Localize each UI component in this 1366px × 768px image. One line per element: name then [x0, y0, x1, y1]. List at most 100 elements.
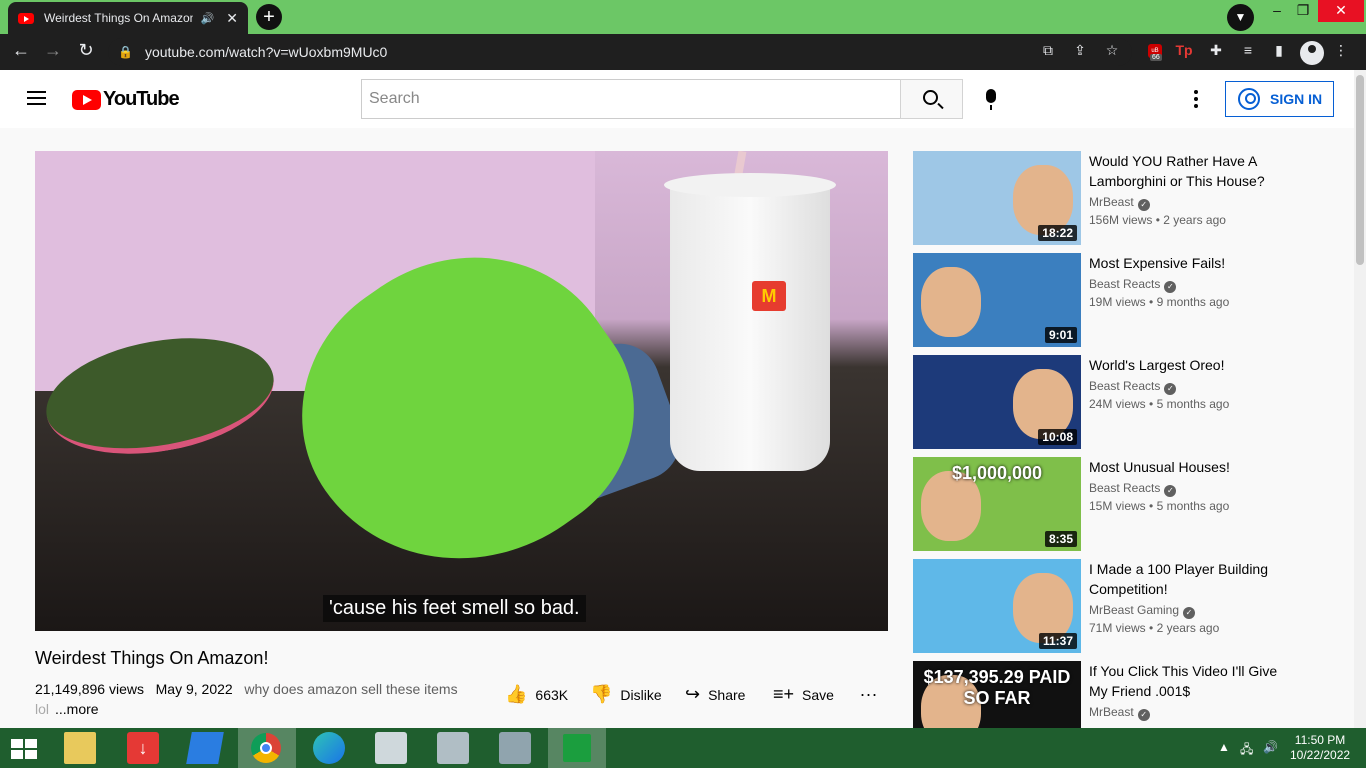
view-stats: 19M views • 9 months ago	[1089, 295, 1230, 309]
recommendation-title[interactable]: I Made a 100 Player Building Competition…	[1089, 559, 1289, 599]
rec-view-count: 15M views	[1089, 499, 1146, 513]
new-tab-button[interactable]: +	[256, 4, 282, 30]
share-button[interactable]: ↪ Share	[685, 684, 745, 705]
recommendation-title[interactable]: World's Largest Oreo!	[1089, 355, 1289, 375]
download-app-icon[interactable]: ↓	[127, 732, 159, 764]
hamburger-menu-icon[interactable]	[27, 91, 46, 105]
thumbnail-overlay-text: $137,395.29 PAID SO FAR	[923, 667, 1071, 708]
clock-time: 11:50 PM	[1294, 733, 1346, 747]
page-scrollbar[interactable]	[1354, 70, 1366, 728]
restore-button[interactable]: ❐	[1288, 0, 1318, 22]
video-duration: 18:22	[1038, 225, 1077, 241]
windows-start-icon[interactable]	[11, 739, 37, 759]
chrome-menu-icon[interactable]: ⋮	[1330, 42, 1352, 59]
video-thumbnail[interactable]: 10:08	[913, 355, 1081, 449]
video-meta[interactable]: 21,149,896 views May 9, 2022 why does am…	[35, 681, 458, 697]
youtube-logo[interactable]: YouTube	[72, 88, 180, 111]
save-label: Save	[802, 686, 834, 703]
view-stats: 71M views • 2 years ago	[1089, 621, 1220, 635]
lock-icon[interactable]: 🔒	[118, 45, 133, 59]
open-in-app-icon[interactable]: ⧉	[1037, 42, 1059, 59]
description-second-line: lol	[35, 701, 50, 717]
window-close-button[interactable]: ✕	[1318, 0, 1364, 22]
view-stats: 156M views • 2 years ago	[1089, 213, 1226, 227]
file-explorer-icon[interactable]	[64, 732, 96, 764]
rec-view-count: 156M views	[1089, 213, 1153, 227]
settings-more-icon[interactable]	[1194, 90, 1198, 111]
dislike-button[interactable]: 👎 Dislike	[590, 684, 662, 705]
voice-search-mic-icon[interactable]	[986, 89, 996, 110]
video-player[interactable]: M 'cause his feet smell so bad.	[35, 151, 888, 631]
recommendation-title[interactable]: Most Expensive Fails!	[1089, 253, 1289, 273]
tab-search-icon[interactable]: ▼	[1227, 4, 1254, 31]
more-actions-button[interactable]: ...	[860, 680, 878, 701]
rec-age: 2 years ago	[1156, 621, 1220, 635]
recommendation-item[interactable]: $1,000,000 8:35 Most Unusual Houses! Beast …	[913, 457, 1313, 553]
channel-name[interactable]: Beast Reacts ✓	[1089, 481, 1177, 497]
media-controls-icon[interactable]: ≡	[1237, 42, 1259, 58]
bookmark-star-icon[interactable]: ☆	[1101, 42, 1123, 59]
disc-app-icon[interactable]	[437, 732, 469, 764]
video-thumbnail[interactable]: $1,000,000 8:35	[913, 457, 1081, 551]
speaker-icon[interactable]: 🔊	[201, 12, 215, 25]
channel-name[interactable]: MrBeast ✓	[1089, 705, 1150, 721]
recommendation-title[interactable]: Would YOU Rather Have A Lamborghini or T…	[1089, 151, 1289, 191]
more-link[interactable]: ...more	[55, 701, 99, 717]
video-frame-cup: M	[664, 173, 836, 471]
recommendation-item[interactable]: 18:22 Would YOU Rather Have A Lamborghini…	[913, 151, 1313, 247]
back-icon[interactable]: ←	[9, 40, 33, 61]
video-thumbnail[interactable]: 9:01	[913, 253, 1081, 347]
youtube-favicon-icon	[18, 12, 34, 24]
reload-icon[interactable]: ↻	[74, 40, 98, 61]
edge-icon[interactable]	[313, 732, 345, 764]
extensions-puzzle-icon[interactable]: ✚	[1205, 42, 1227, 59]
share-page-icon[interactable]: ⇪	[1069, 42, 1091, 59]
description-preview: why does amazon sell these items	[244, 681, 458, 697]
video-duration: 10:08	[1038, 429, 1077, 445]
profile-avatar-icon[interactable]	[1300, 41, 1324, 65]
playlist-add-icon: ≡+	[773, 684, 795, 704]
system-app-icon[interactable]	[499, 732, 531, 764]
recommendation-item[interactable]: 9:01 Most Expensive Fails! Beast Reacts ✓ 19…	[913, 253, 1313, 349]
taskbar-clock[interactable]: 11:50 PM 10/22/2022	[1290, 733, 1350, 763]
chrome-taskbar-button[interactable]	[238, 728, 296, 768]
youtube-wordmark: YouTube	[103, 88, 180, 110]
store-taskbar-button[interactable]	[548, 728, 606, 768]
network-icon[interactable]: 🖧	[1240, 740, 1253, 761]
channel-name[interactable]: Beast Reacts ✓	[1089, 277, 1177, 293]
verified-check-icon: ✓	[1137, 709, 1150, 721]
browser-tab[interactable]: Weirdest Things On Amazon 🔊 ✕	[8, 2, 248, 34]
description-more[interactable]: lol ...more	[35, 701, 99, 717]
channel-name[interactable]: MrBeast ✓	[1089, 195, 1150, 211]
thumbs-down-icon: 👎	[590, 684, 613, 704]
tray-overflow-icon[interactable]: ▲	[1218, 740, 1230, 754]
verified-check-icon: ✓	[1164, 485, 1177, 497]
recommendation-title[interactable]: Most Unusual Houses!	[1089, 457, 1289, 477]
url-text: youtube.com/watch?v=wUoxbm9MUc0	[144, 44, 388, 60]
side-panel-icon[interactable]: ▮	[1268, 42, 1290, 59]
channel-name[interactable]: MrBeast Gaming ✓	[1089, 603, 1196, 619]
scrollbar-thumb[interactable]	[1356, 75, 1364, 265]
recommendation-item[interactable]: 10:08 World's Largest Oreo! Beast Reacts ✓ 2…	[913, 355, 1313, 451]
media-app-icon[interactable]	[375, 732, 407, 764]
extension-tp-icon[interactable]: Tp	[1173, 42, 1195, 58]
roblox-icon[interactable]	[186, 732, 224, 764]
address-bar[interactable]: 🔒 youtube.com/watch?v=wUoxbm9MUc0	[108, 38, 1132, 66]
video-thumbnail[interactable]: 11:37	[913, 559, 1081, 653]
search-input[interactable]: Search	[361, 79, 901, 119]
extension-ub-icon[interactable]: uB 66	[1148, 44, 1168, 64]
recommendation-title[interactable]: If You Click This Video I'll Give My Fri…	[1089, 661, 1289, 701]
rec-view-count: 24M views	[1089, 397, 1146, 411]
forward-icon[interactable]: →	[41, 40, 65, 61]
search-button[interactable]	[900, 79, 963, 119]
recommendation-item[interactable]: 11:37 I Made a 100 Player Building Compet…	[913, 559, 1313, 655]
tab-close-icon[interactable]: ✕	[226, 10, 238, 27]
channel-name[interactable]: Beast Reacts ✓	[1089, 379, 1177, 395]
volume-icon[interactable]: 🔊	[1263, 740, 1278, 754]
save-button[interactable]: ≡+ Save	[773, 684, 834, 705]
channel-label: Beast Reacts	[1089, 379, 1161, 393]
search-icon	[923, 90, 938, 105]
like-button[interactable]: 👍 663K	[505, 684, 568, 705]
sign-in-button[interactable]: SIGN IN	[1225, 81, 1334, 117]
video-thumbnail[interactable]: 18:22	[913, 151, 1081, 245]
